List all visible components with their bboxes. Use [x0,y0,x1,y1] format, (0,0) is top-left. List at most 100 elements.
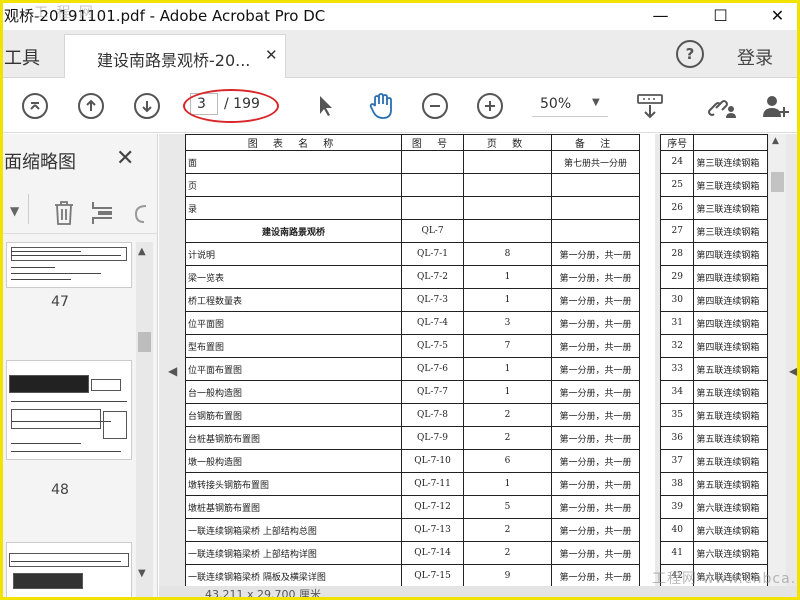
close-panel-icon[interactable]: ✕ [116,146,134,171]
thumbnail-number: 47 [51,294,69,310]
row-note: 第一分册，共一册 [551,242,640,266]
delete-page-icon[interactable] [52,200,76,231]
row-name: 桥工程数量表 [185,288,402,312]
table-row: 32 第四联连续钢箱 [660,334,768,358]
row-page-count: 7 [463,334,552,358]
row-name-right: 第五联连续钢箱 [693,472,768,496]
zoom-in-icon[interactable] [477,93,503,119]
maximize-button[interactable]: ☐ [698,0,743,30]
tab-tools[interactable]: 工具 [4,44,40,70]
minimize-button[interactable]: — [638,0,683,30]
tab-bar: 工具 建设南路景观桥-20... ✕ ? 登录 [0,30,800,78]
row-note: 第一分册，共一册 [551,288,640,312]
row-name-right: 第四联连续钢箱 [693,242,768,266]
row-note: 第一分册，共一册 [551,380,640,404]
row-drawing-number [401,173,464,197]
scroll-up-icon[interactable]: ▲ [138,246,146,257]
row-seq: 41 [660,541,695,565]
extract-page-icon[interactable] [90,200,118,231]
table-row: 28 第四联连续钢箱 [660,242,768,266]
login-button[interactable]: 登录 [737,44,773,70]
row-drawing-number: QL-7-7 [401,380,464,404]
expand-right-panel-icon[interactable]: ◀ [789,364,798,378]
table-row: 建设南路景观桥 QL-7 [185,219,640,243]
rotate-page-icon[interactable] [132,200,152,231]
row-note: 第一分册，共一册 [551,357,640,381]
row-seq: 34 [660,380,695,404]
header-pages: 页 数 [463,134,552,151]
first-page-icon[interactable] [22,93,48,119]
table-row: 台一般构造图 QL-7-7 1 第一分册，共一册 [185,380,640,404]
table-row: 计说明 QL-7-1 8 第一分册，共一册 [185,242,640,266]
help-icon[interactable]: ? [676,40,704,68]
add-user-icon[interactable] [760,91,790,121]
select-cursor-icon[interactable] [314,91,338,121]
zoom-select[interactable]: 50% ▼ [532,95,608,117]
thumbnail-number: 48 [51,482,69,498]
scrollbar-thumb[interactable] [771,172,784,192]
drawing-index-table: 图 表 名 称 图 号 页 数 备 注 面第七册共一分册页录建设南路景观桥 QL-… [185,134,640,586]
thumbnail-scrollbar[interactable]: ▲ ▼ [136,242,153,600]
row-note: 第七册共一分册 [551,150,640,174]
table-row: 录 [185,196,640,220]
tab-close-icon[interactable]: ✕ [265,46,278,64]
hand-tool-icon[interactable] [366,91,396,121]
keyboard-scroll-icon[interactable] [634,91,666,121]
document-scrollbar[interactable]: ▲ [769,134,786,586]
header-number: 图 号 [401,134,464,151]
row-name: 面 [185,150,402,174]
watermark-bottom: 工程网 www.cnbca.com [652,571,800,587]
next-page-icon[interactable] [134,93,160,119]
scrollbar-thumb[interactable] [138,332,151,352]
thumbnail-panel-title: 面缩略图 [4,152,76,173]
link-icon[interactable] [704,91,738,121]
table-row: 一联连续钢箱梁桥 隔板及横梁详图 QL-7-15 9 第一分册，共一册 [185,564,640,586]
row-seq: 25 [660,173,695,197]
table-row: 面 第七册共一分册 [185,150,640,174]
row-note: 第一分册，共一册 [551,403,640,427]
row-seq: 32 [660,334,695,358]
close-window-button[interactable]: ✕ [755,0,800,30]
table-row: 梁一览表 QL-7-2 1 第一分册，共一册 [185,265,640,289]
table-row: 墩转接头钢筋布置图 QL-7-11 1 第一分册，共一册 [185,472,640,496]
scroll-up-icon[interactable]: ▲ [772,136,779,146]
collapse-panel-icon[interactable]: ◀ [168,364,177,378]
document-page-continuation: 序号 24 第三联连续钢箱 25 第三联连续钢箱 26 第三联连续钢箱 27 第三联连续钢箱 2… [660,134,768,586]
zoom-out-icon[interactable] [422,93,448,119]
prev-page-icon[interactable] [78,93,104,119]
row-page-count: 1 [463,288,552,312]
row-name: 建设南路景观桥 [185,219,402,243]
scroll-down-icon[interactable]: ▼ [138,568,146,579]
row-page-count: 3 [463,311,552,335]
row-seq: 35 [660,403,695,427]
thumbnail-page-47[interactable] [6,242,132,288]
table-row: 38 第五联连续钢箱 [660,472,768,496]
row-page-count: 2 [463,541,552,565]
highlight-ellipse [183,89,279,123]
thumbnail-page-49[interactable] [6,542,132,600]
table-row: 30 第四联连续钢箱 [660,288,768,312]
options-chevron-icon[interactable]: ▼ [10,204,19,218]
row-name: 台桩基钢筋布置图 [185,426,402,450]
table-row: 一联连续钢箱梁桥 上部结构详图 QL-7-14 2 第一分册，共一册 [185,541,640,565]
table-row: 桥工程数量表 QL-7-3 1 第一分册，共一册 [185,288,640,312]
row-page-count: 1 [463,380,552,404]
row-name: 墩桩基钢筋布置图 [185,495,402,519]
row-page-count: 2 [463,426,552,450]
row-seq: 33 [660,357,695,381]
row-name-right: 第五联连续钢箱 [693,403,768,427]
row-drawing-number: QL-7-5 [401,334,464,358]
tab-document[interactable]: 建设南路景观桥-20... ✕ [64,34,286,78]
drawing-index-table-right: 序号 24 第三联连续钢箱 25 第三联连续钢箱 26 第三联连续钢箱 27 第三联连续钢箱 2… [660,134,768,586]
zoom-value: 50% [540,96,572,112]
thumbnail-page-48[interactable] [6,360,132,460]
row-drawing-number: QL-7-14 [401,541,464,565]
row-name: 一联连续钢箱梁桥 上部结构详图 [185,541,402,565]
row-note: 第一分册，共一册 [551,472,640,496]
row-note: 第一分册，共一册 [551,495,640,519]
table-row: 35 第五联连续钢箱 [660,403,768,427]
row-name: 一联连续钢箱梁桥 上部结构总图 [185,518,402,542]
row-seq: 24 [660,150,695,174]
row-page-count: 6 [463,449,552,473]
row-name-right: 第四联连续钢箱 [693,311,768,335]
